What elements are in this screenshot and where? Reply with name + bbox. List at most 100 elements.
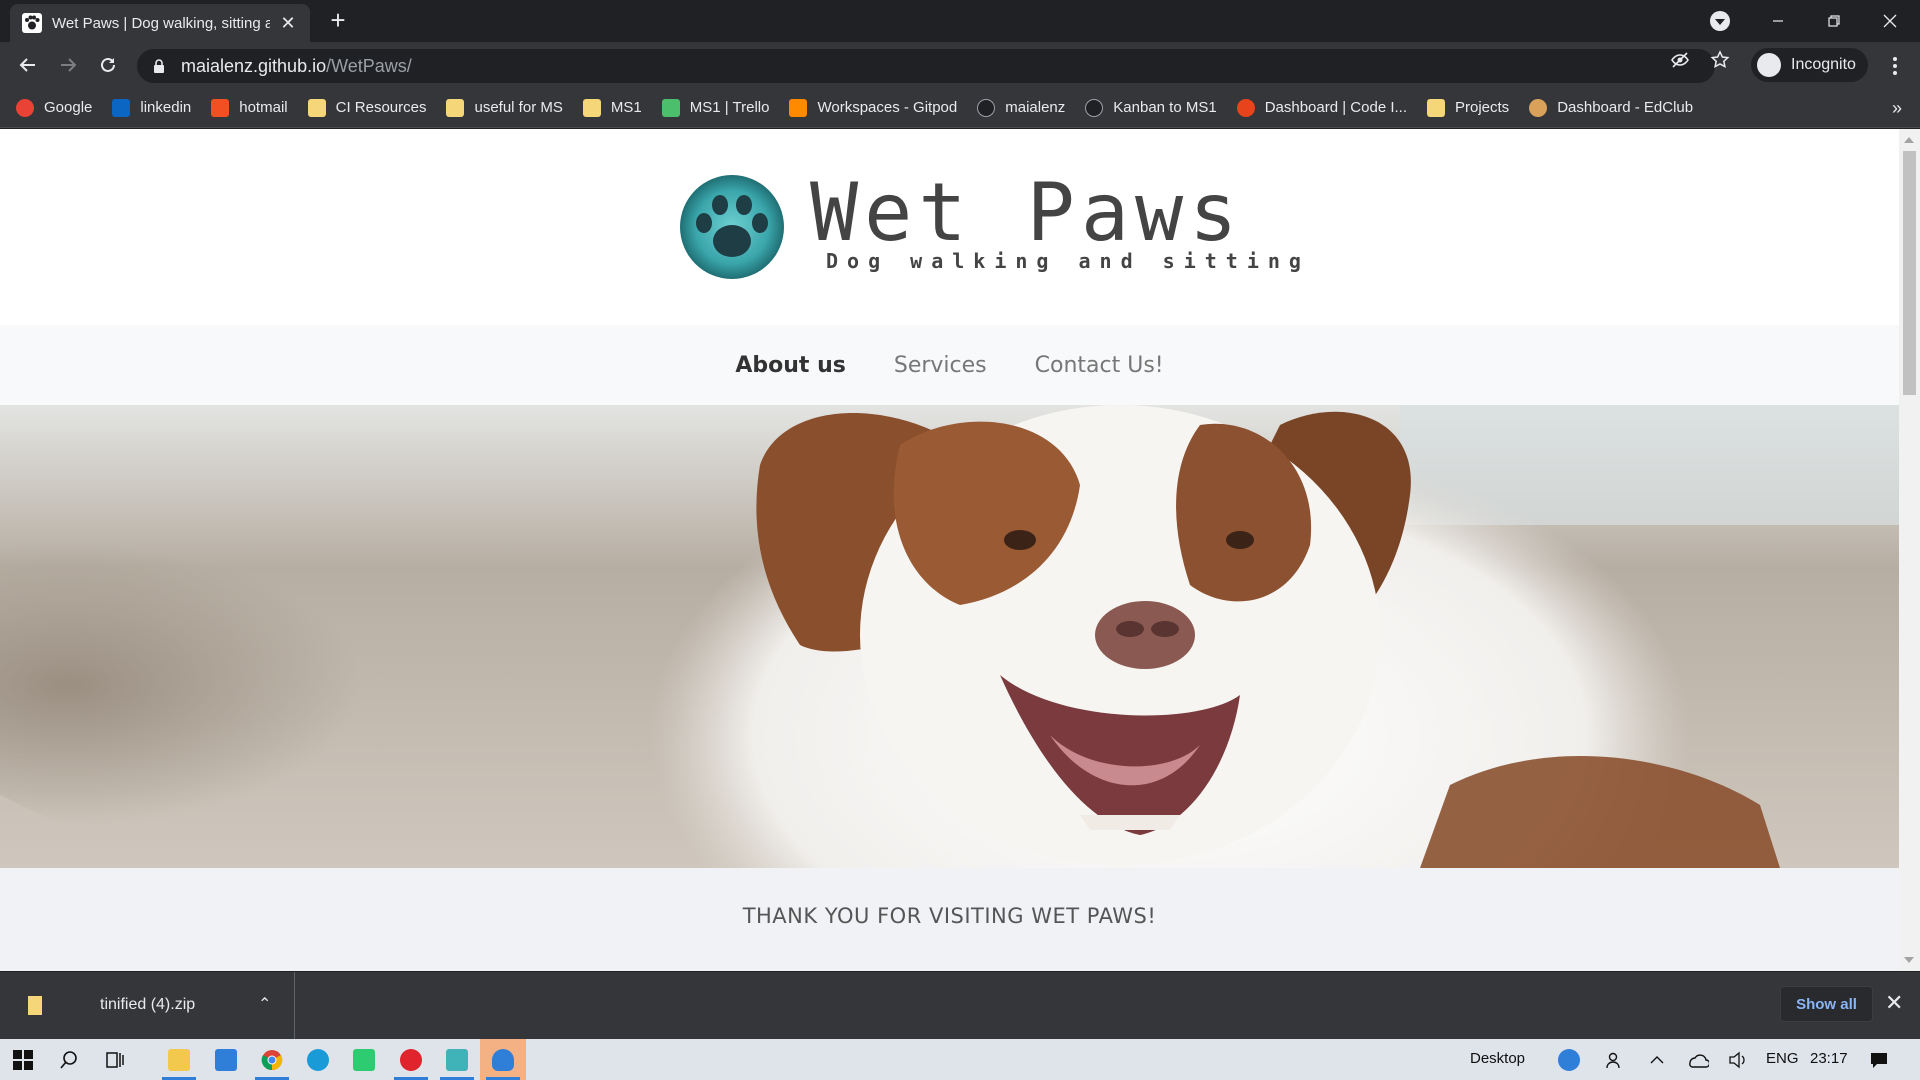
bookmark-label: Projects xyxy=(1455,99,1510,116)
gitpod-icon xyxy=(789,98,808,117)
download-bar-close-icon[interactable]: ✕ xyxy=(1885,990,1903,1016)
url-path: /WetPaws/ xyxy=(326,55,412,76)
microsoft-icon xyxy=(211,98,230,117)
trello-icon xyxy=(661,98,680,117)
star-bookmark-icon[interactable] xyxy=(1710,50,1730,70)
bookmark-item[interactable]: linkedin xyxy=(112,98,191,117)
bookmark-item[interactable]: Kanban to MS1 xyxy=(1085,98,1217,117)
file-explorer-icon[interactable] xyxy=(156,1039,202,1080)
paw-favicon-icon xyxy=(22,13,42,33)
incognito-icon xyxy=(1757,53,1781,77)
folder-icon xyxy=(307,98,326,117)
nav-services[interactable]: Services xyxy=(894,353,987,378)
paw-logo-icon[interactable] xyxy=(678,173,786,281)
back-arrow-icon[interactable] xyxy=(14,51,42,79)
browser-tab[interactable]: Wet Paws | Dog walking, sitting a ✕ xyxy=(10,4,310,42)
teal-app-icon[interactable] xyxy=(434,1039,480,1080)
eye-off-icon[interactable] xyxy=(1670,50,1690,70)
welcome-section: THANK YOU FOR VISITING WET PAWS! xyxy=(0,868,1899,971)
notifications-icon[interactable] xyxy=(1856,1039,1902,1080)
site-header: Wet Paws Dog walking and sitting xyxy=(0,129,1899,325)
language-indicator[interactable]: ENG xyxy=(1766,1050,1799,1067)
bookmark-label: MS1 xyxy=(610,99,642,116)
onedrive-icon[interactable] xyxy=(480,1039,526,1080)
url-host: maialenz.github.io xyxy=(181,55,327,76)
mail-icon[interactable] xyxy=(203,1039,249,1080)
zip-file-icon xyxy=(28,996,42,1015)
chrome-icon[interactable] xyxy=(249,1039,295,1080)
restore-icon[interactable] xyxy=(1806,0,1862,42)
download-bar: tinified (4).zip ⌃ Show all ✕ xyxy=(0,971,1920,1040)
codeinstitute-icon xyxy=(1236,98,1255,117)
show-all-button[interactable]: Show all xyxy=(1780,986,1873,1022)
chevron-double-right-icon[interactable]: » xyxy=(1892,98,1902,119)
bookmark-item[interactable]: MS1 xyxy=(582,98,642,117)
tab-search-icon[interactable] xyxy=(1710,11,1730,31)
chevron-up-icon[interactable]: ⌃ xyxy=(258,994,271,1014)
bookmark-label: maialenz xyxy=(1005,99,1066,116)
new-tab-icon[interactable]: + xyxy=(325,7,351,33)
reload-icon[interactable] xyxy=(94,51,122,79)
github-icon xyxy=(977,98,996,117)
nav-about-us[interactable]: About us xyxy=(735,353,845,378)
folder-icon xyxy=(446,98,465,117)
bookmark-item[interactable]: maialenz xyxy=(977,98,1066,117)
help-icon[interactable] xyxy=(1546,1039,1592,1080)
bookmark-item[interactable]: hotmail xyxy=(211,98,288,117)
lock-icon[interactable] xyxy=(151,58,167,74)
desktop-toolbar-label[interactable]: Desktop xyxy=(1470,1050,1525,1067)
page-scrollbar[interactable] xyxy=(1899,129,1920,971)
tab-close-icon[interactable]: ✕ xyxy=(278,13,298,34)
window-close-icon[interactable] xyxy=(1862,0,1918,42)
forward-arrow-icon[interactable] xyxy=(54,51,82,79)
address-bar[interactable]: maialenz.github.io/WetPaws/ xyxy=(137,49,1715,83)
bookmark-label: Kanban to MS1 xyxy=(1113,99,1217,116)
scroll-down-icon[interactable] xyxy=(1904,957,1914,963)
green-app-icon[interactable] xyxy=(341,1039,387,1080)
page-viewport: Wet Paws Dog walking and sitting About u… xyxy=(0,129,1899,971)
bookmark-item[interactable]: useful for MS xyxy=(446,98,563,117)
brand-tagline: Dog walking and sitting xyxy=(826,249,1310,273)
edge-icon[interactable] xyxy=(295,1039,341,1080)
bookmark-label: useful for MS xyxy=(474,99,563,116)
main-nav: About us Services Contact Us! xyxy=(0,325,1899,405)
task-view-icon[interactable] xyxy=(92,1039,138,1080)
bookmark-label: Google xyxy=(44,99,93,116)
bookmark-label: Dashboard | Code I... xyxy=(1264,99,1407,116)
hero-dog-image xyxy=(0,405,1899,868)
kebab-menu-icon[interactable] xyxy=(1883,54,1907,78)
volume-icon[interactable] xyxy=(1715,1039,1761,1080)
linkedin-icon xyxy=(112,98,131,117)
browser-toolbar: maialenz.github.io/WetPaws/ Incognito xyxy=(0,42,1920,88)
edclub-icon xyxy=(1529,98,1548,117)
bookmark-item[interactable]: MS1 | Trello xyxy=(661,98,769,117)
scroll-up-icon[interactable] xyxy=(1904,137,1914,143)
nav-contact[interactable]: Contact Us! xyxy=(1035,353,1164,378)
clock-time[interactable]: 23:17 xyxy=(1810,1050,1848,1067)
search-icon[interactable] xyxy=(46,1039,92,1080)
bookmark-label: CI Resources xyxy=(335,99,427,116)
minimize-icon[interactable] xyxy=(1750,0,1806,42)
scrollbar-thumb[interactable] xyxy=(1903,151,1916,395)
incognito-profile-button[interactable]: Incognito xyxy=(1751,48,1868,82)
windows-start-icon[interactable] xyxy=(0,1039,46,1080)
bookmark-item[interactable]: CI Resources xyxy=(307,98,427,117)
windows-taskbar: Desktop ENG 23:17 xyxy=(0,1039,1920,1080)
bookmark-item[interactable]: Projects xyxy=(1427,98,1510,117)
bookmark-item[interactable]: Dashboard | Code I... xyxy=(1236,98,1407,117)
people-icon[interactable] xyxy=(1592,1039,1638,1080)
bookmark-item[interactable]: Dashboard - EdClub xyxy=(1529,98,1694,117)
bookmark-label: Dashboard - EdClub xyxy=(1557,99,1694,116)
bookmark-item[interactable]: Workspaces - Gitpod xyxy=(789,98,958,117)
bookmark-label: Workspaces - Gitpod xyxy=(817,99,958,116)
opera-icon[interactable] xyxy=(388,1039,434,1080)
chevron-up-tray-icon[interactable] xyxy=(1634,1039,1680,1080)
download-file-name: tinified (4).zip xyxy=(100,996,196,1013)
incognito-label: Incognito xyxy=(1791,56,1856,73)
folder-icon xyxy=(582,98,601,117)
download-item[interactable]: tinified (4).zip ⌃ xyxy=(0,972,295,1040)
github-icon xyxy=(1085,98,1104,117)
brand-name: Wet Paws xyxy=(810,166,1244,259)
google-icon xyxy=(16,98,34,117)
bookmark-item[interactable]: Google xyxy=(16,98,93,117)
